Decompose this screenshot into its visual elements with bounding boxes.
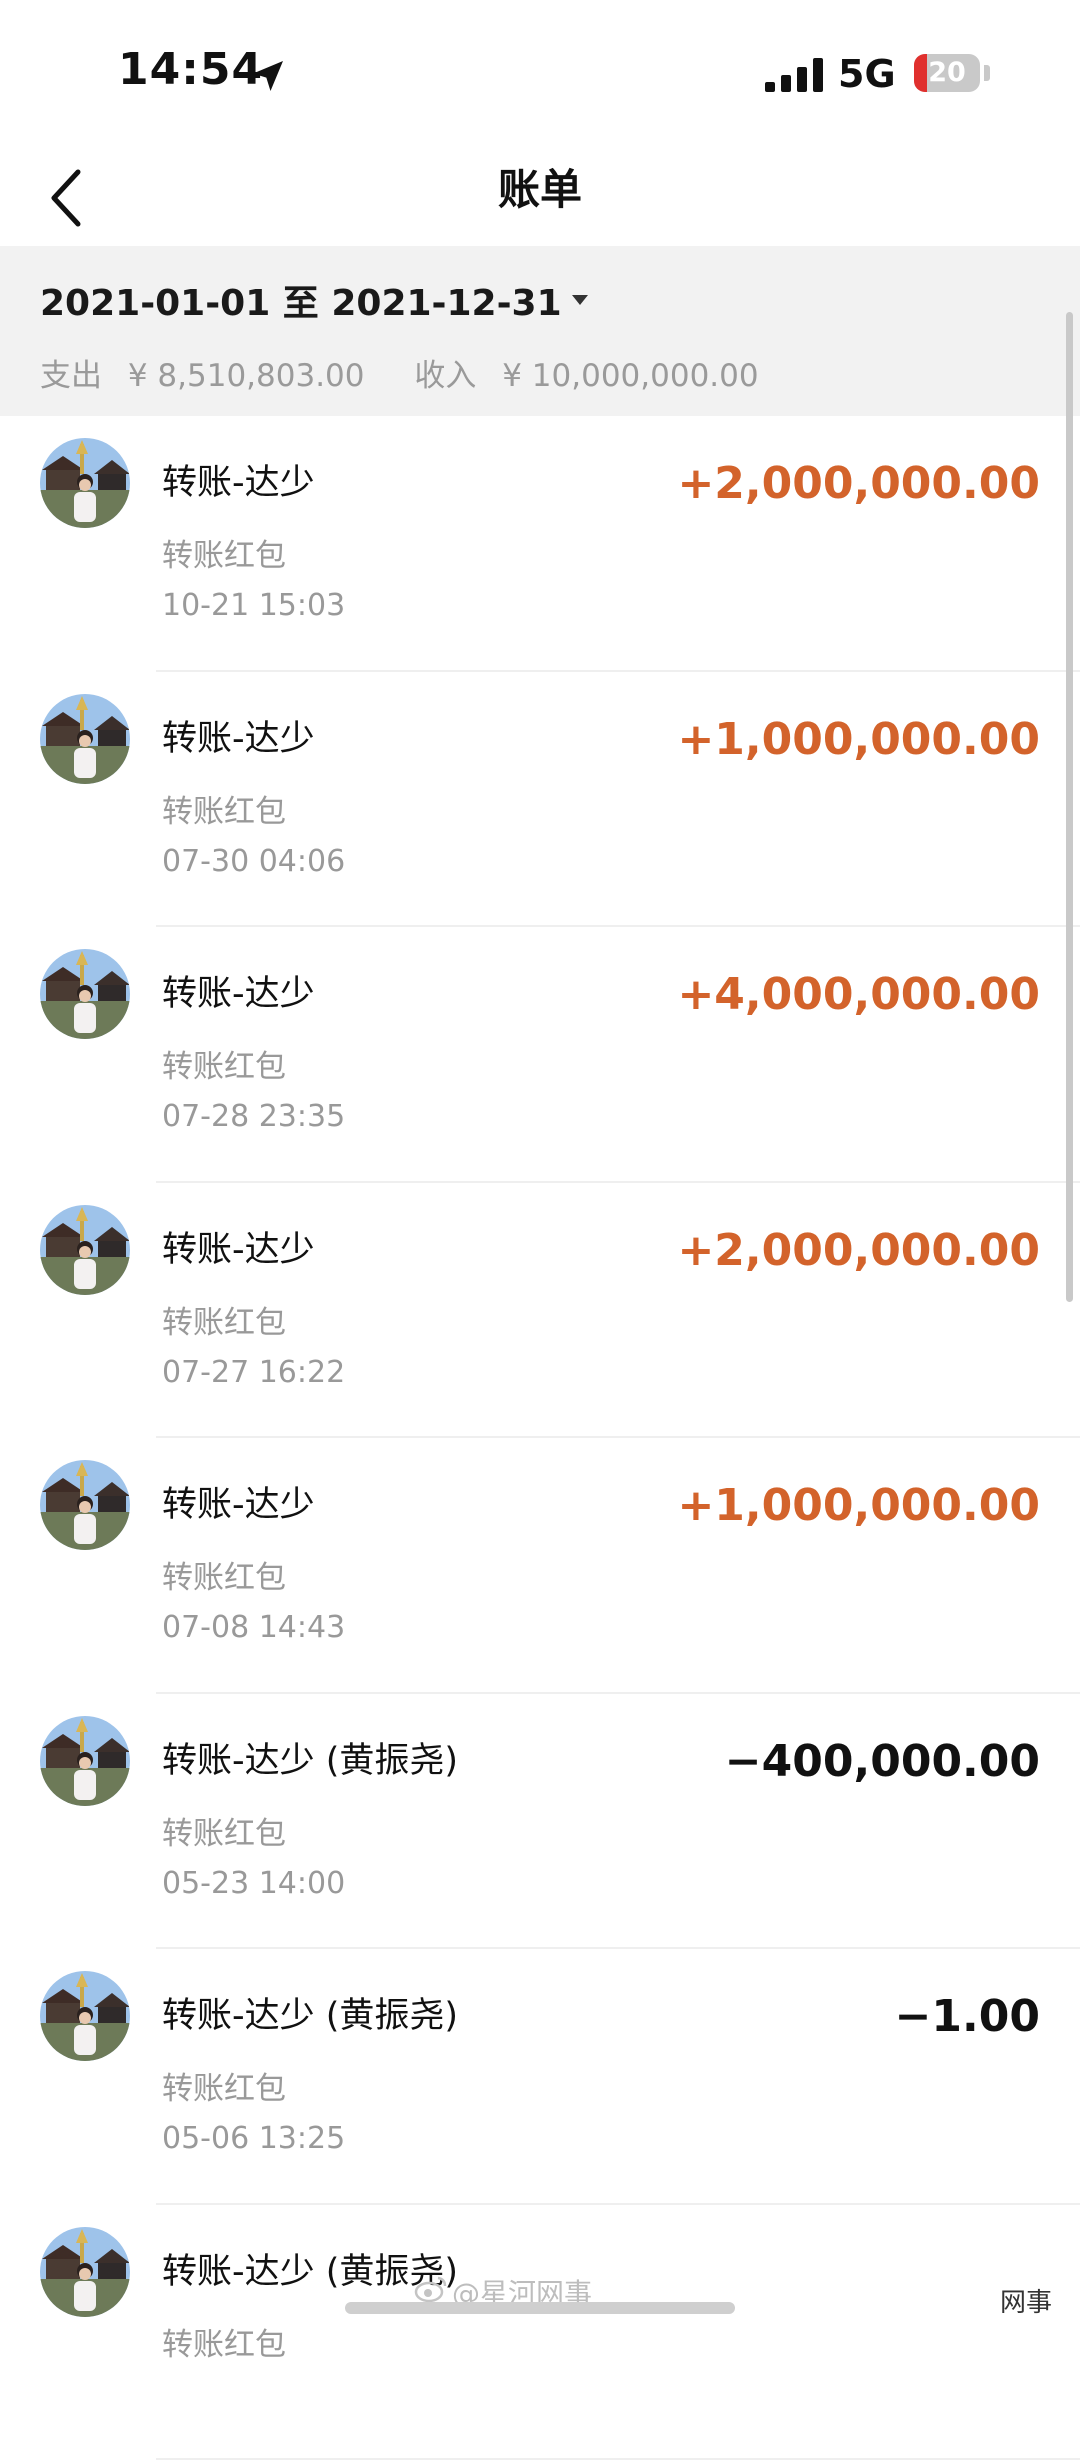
battery-indicator: 20 (914, 54, 980, 92)
corner-watermark: 网事 (1000, 2282, 1052, 2319)
income-label: 收入 (414, 358, 476, 394)
expense-label: 支出 (40, 358, 102, 394)
bill-summary: 支出 ¥ 8,510,803.00 收入 ¥ 10,000,000.00 (40, 350, 775, 395)
avatar (40, 694, 130, 784)
transaction-type: 转账红包 (162, 1552, 286, 1597)
transaction-date: 05-06 13:25 (162, 2121, 345, 2156)
network-type: 5G (838, 52, 896, 96)
transaction-type: 转账红包 (162, 1041, 286, 1086)
caret-down-icon (572, 295, 588, 305)
avatar (40, 1205, 130, 1295)
transaction-row[interactable]: 转账-达少 (黄振尧)转账红包 (0, 2205, 1080, 2460)
battery-percent: 20 (914, 54, 980, 92)
expense-value: ¥ 8,510,803.00 (128, 358, 365, 394)
transaction-name: 转账-达少 (黄振尧) (162, 1732, 458, 1783)
transaction-amount: −1.00 (895, 1991, 1040, 2042)
weibo-logo-icon (414, 2274, 448, 2304)
transaction-row[interactable]: 转账-达少转账红包 10-21 15:03 +2,000,000.00 (0, 416, 1080, 672)
transaction-name: 转账-达少 (162, 710, 315, 761)
transaction-amount: +2,000,000.00 (677, 458, 1040, 509)
transaction-date: 07-08 14:43 (162, 1610, 345, 1645)
transaction-type: 转账红包 (162, 530, 286, 575)
scrollbar[interactable] (1066, 312, 1073, 1302)
transaction-row[interactable]: 转账-达少 (黄振尧) 转账红包 05-06 13:25 −1.00 (0, 1949, 1080, 2205)
transaction-date: 10-21 15:03 (162, 588, 345, 623)
transaction-amount: +1,000,000.00 (677, 1480, 1040, 1531)
transaction-name: 转账-达少 (162, 965, 315, 1016)
transaction-type: 转账红包 (162, 1808, 286, 1853)
income-value: ¥ 10,000,000.00 (502, 358, 758, 394)
transaction-type: 转账红包 (162, 2063, 286, 2108)
status-bar: 14:54 5G 20 (0, 0, 1080, 150)
avatar (40, 1971, 130, 2061)
transaction-row[interactable]: 转账-达少 (黄振尧) 转账红包 05-23 14:00 −400,000.00 (0, 1694, 1080, 1950)
transaction-row[interactable]: 转账-达少转账红包 07-30 04:06 +1,000,000.00 (0, 672, 1080, 928)
transaction-date: 07-30 04:06 (162, 844, 345, 879)
location-arrow-icon (248, 56, 288, 96)
avatar (40, 949, 130, 1039)
transaction-amount: +1,000,000.00 (677, 714, 1040, 765)
battery-tip (984, 65, 990, 81)
transaction-list: 转账-达少转账红包10-21 15:03+2,000,000.00转账-达少转账… (0, 416, 1080, 2460)
date-filter-panel: 2021-01-01 至 2021-12-31 支出 ¥ 8,510,803.0… (0, 246, 1080, 416)
nav-bar: 账单 (0, 150, 1080, 246)
status-time: 14:54 (118, 44, 263, 95)
transaction-row[interactable]: 转账-达少转账红包 07-28 23:35 +4,000,000.00 (0, 927, 1080, 1183)
avatar (40, 438, 130, 528)
avatar (40, 1460, 130, 1550)
transaction-date: 05-23 14:00 (162, 1866, 345, 1901)
transaction-amount: +4,000,000.00 (677, 969, 1040, 1020)
page-title: 账单 (0, 150, 1080, 230)
transaction-name: 转账-达少 (162, 1221, 315, 1272)
transaction-row[interactable]: 转账-达少转账红包 07-08 14:43 +1,000,000.00 (0, 1438, 1080, 1694)
transaction-row[interactable]: 转账-达少转账红包 07-27 16:22 +2,000,000.00 (0, 1183, 1080, 1439)
cellular-signal-icon (765, 58, 823, 92)
date-range-selector[interactable]: 2021-01-01 至 2021-12-31 (40, 274, 588, 326)
transaction-type: 转账红包 (162, 2319, 286, 2364)
transaction-date: 07-28 23:35 (162, 1099, 345, 1134)
date-range-label: 2021-01-01 至 2021-12-31 (40, 274, 562, 326)
transaction-amount: −400,000.00 (725, 1736, 1040, 1787)
avatar (40, 1716, 130, 1806)
transaction-date: 07-27 16:22 (162, 1355, 345, 1390)
transaction-name: 转账-达少 (黄振尧) (162, 1987, 458, 2038)
avatar (40, 2227, 130, 2317)
transaction-type: 转账红包 (162, 786, 286, 831)
transaction-name: 转账-达少 (162, 454, 315, 505)
transaction-name: 转账-达少 (162, 1476, 315, 1527)
transaction-type: 转账红包 (162, 1297, 286, 1342)
home-indicator[interactable] (345, 2302, 735, 2314)
transaction-amount: +2,000,000.00 (677, 1225, 1040, 1276)
